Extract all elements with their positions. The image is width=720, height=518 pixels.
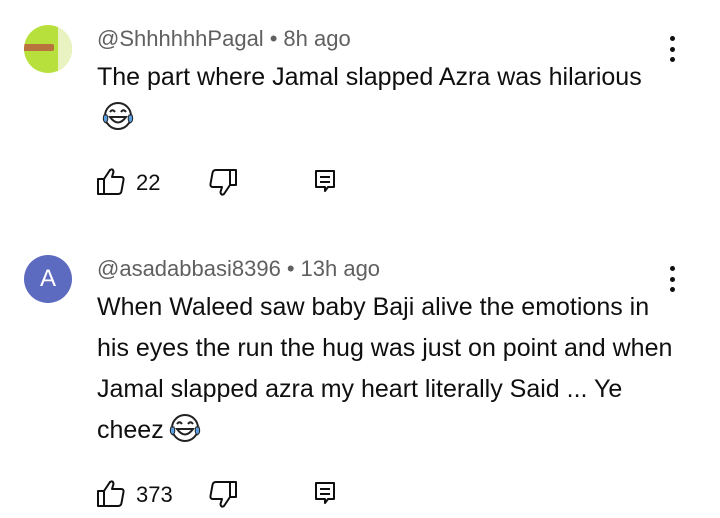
thumbs-up-icon [96, 478, 126, 513]
reply-button[interactable] [314, 169, 336, 199]
reply-icon [314, 482, 336, 511]
comment-text-content: The part where Jamal slapped Azra was hi… [97, 63, 642, 91]
comment-time: 8h ago [283, 26, 351, 51]
more-dot [669, 276, 675, 282]
more-dot [669, 46, 675, 52]
comment: @ShhhhhhPagal • 8h ago The part where Jama… [0, 0, 720, 230]
comment-text: When Waleed saw baby Baji alive the emot… [97, 287, 677, 456]
header-separator: • [269, 26, 278, 51]
like-button[interactable]: 373 [96, 478, 173, 513]
dislike-button[interactable] [208, 480, 238, 510]
like-count: 373 [136, 482, 173, 507]
thumbs-up-icon [96, 166, 126, 201]
reply-icon [314, 170, 336, 199]
avatar-highlight [58, 25, 72, 73]
dislike-button[interactable] [208, 168, 238, 198]
thumbs-down-icon [208, 169, 238, 202]
comment-text: The part where Jamal slapped Azra was hi… [97, 57, 677, 144]
thumbs-down-icon [208, 481, 238, 514]
like-button[interactable]: 22 [96, 166, 161, 201]
avatar[interactable]: A [24, 255, 72, 303]
reply-button[interactable] [314, 481, 336, 511]
comment-author[interactable]: @ShhhhhhPagal [97, 26, 264, 51]
more-vertical-icon [669, 36, 675, 41]
like-count: 22 [136, 170, 161, 195]
comment-author[interactable]: @asadabbasi8396 [97, 256, 281, 281]
more-vertical-icon [669, 266, 675, 271]
comment-header: @asadabbasi8396 • 13h ago [97, 256, 380, 282]
avatar[interactable] [24, 25, 72, 73]
face-with-tears-of-joy-icon [168, 413, 202, 456]
face-with-tears-of-joy-icon [101, 101, 135, 144]
avatar-bar [24, 44, 54, 51]
comment-actions: 373 [96, 478, 356, 513]
comment-header: @ShhhhhhPagal • 8h ago [97, 26, 351, 52]
comment-time: 13h ago [300, 256, 381, 281]
header-separator: • [286, 256, 295, 281]
comment: A @asadabbasi8396 • 13h ago When Waleed sa… [0, 230, 720, 518]
avatar-letter: A [39, 265, 56, 292]
comment-actions: 22 [96, 166, 356, 201]
